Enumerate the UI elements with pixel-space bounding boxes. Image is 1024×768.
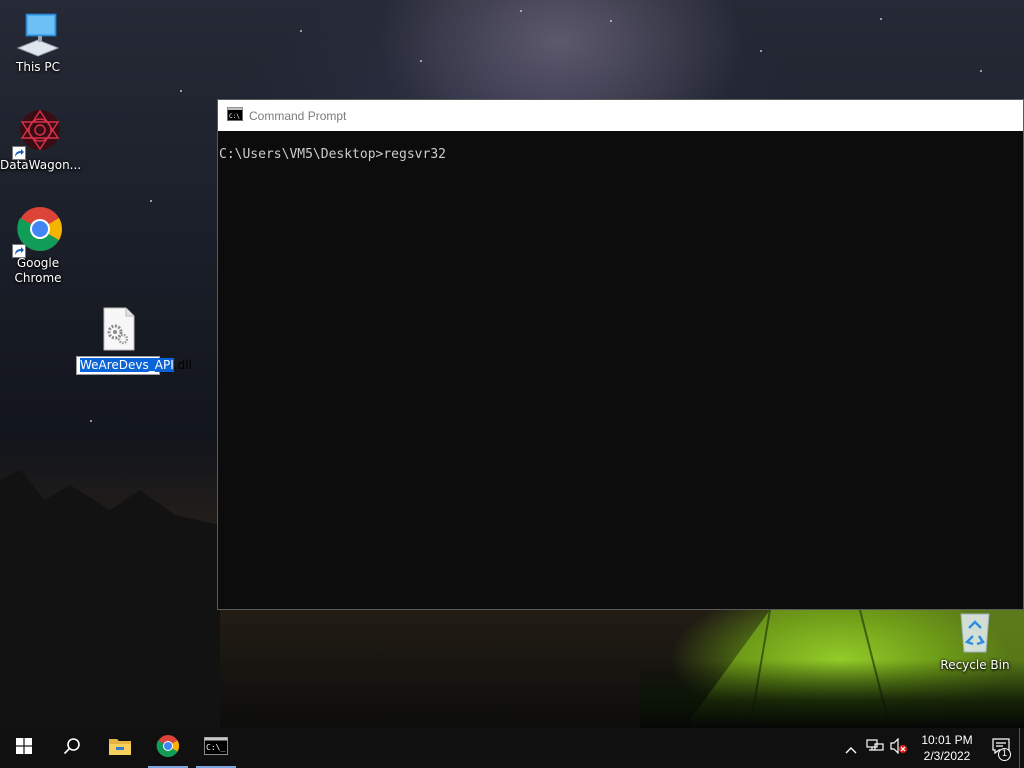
show-desktop-button[interactable]	[1019, 728, 1024, 768]
network-button[interactable]	[863, 728, 887, 768]
star	[180, 90, 182, 92]
desktop-icon-label: Recycle Bin	[940, 658, 1010, 672]
shortcut-arrow-icon	[12, 146, 26, 160]
clock-date: 2/3/2022	[923, 749, 971, 763]
rename-textbox[interactable]: WeAreDevs_API.dll	[76, 356, 192, 375]
clock-time: 10:01 PM	[921, 733, 973, 747]
taskbar-file-explorer[interactable]	[96, 728, 144, 768]
desktop-icon-recycle-bin[interactable]: Recycle Bin	[937, 608, 1013, 673]
star	[300, 30, 302, 32]
volume-button[interactable]	[887, 728, 911, 768]
recycle-bin-icon	[951, 608, 999, 656]
desktop-icon-dll-file[interactable]: WeAreDevs_API.dll	[75, 306, 192, 375]
window-title-bar[interactable]: C:\ Command Prompt	[218, 100, 1023, 131]
windows-logo-icon	[16, 738, 32, 758]
svg-text:C:\_: C:\_	[206, 743, 225, 752]
system-tray: 10:01 PM 2/3/2022 1	[839, 728, 1024, 768]
svg-text:C:\: C:\	[229, 113, 240, 120]
desktop-icon-label: Google Chrome	[14, 256, 62, 285]
star	[150, 200, 152, 202]
rename-extension-text: .dll	[173, 358, 192, 372]
desktop-icon-datawagon[interactable]: DataWagon...	[0, 108, 82, 173]
notification-count-badge: 1	[998, 748, 1011, 761]
star	[420, 60, 422, 62]
desktop-icon-google-chrome[interactable]: Google Chrome	[0, 206, 76, 286]
taskbar-command-prompt[interactable]: C:\_	[192, 728, 240, 768]
chevron-up-icon	[845, 739, 857, 758]
taskbar: C:\_ 10:01 PM 2/3/2022 1	[0, 728, 1024, 768]
cmd-icon: C:\_	[204, 737, 228, 759]
star	[90, 420, 92, 422]
volume-muted-icon	[890, 737, 908, 758]
window-title: Command Prompt	[249, 108, 347, 123]
console-output[interactable]: C:\Users\VM5\Desktop>regsvr32	[218, 131, 1023, 163]
rename-selected-text: WeAreDevs_API	[80, 358, 174, 372]
star	[760, 50, 762, 52]
desktop-icon-label: DataWagon...	[0, 158, 82, 172]
mountain-silhouette	[0, 470, 220, 728]
command-prompt-window[interactable]: C:\ Command Prompt C:\Users\VM5\Desktop>…	[217, 99, 1024, 610]
taskbar-chrome[interactable]	[144, 728, 192, 768]
dll-file-icon	[98, 306, 138, 352]
show-hidden-icons-button[interactable]	[839, 728, 863, 768]
cmd-icon: C:\	[227, 106, 243, 125]
console-line: C:\Users\VM5\Desktop>regsvr32	[219, 147, 446, 162]
taskbar-clock[interactable]: 10:01 PM 2/3/2022	[911, 732, 983, 764]
chrome-icon	[12, 206, 62, 258]
search-icon	[63, 737, 81, 759]
star	[980, 70, 982, 72]
desktop[interactable]: This PC DataWagon... Google Chrome WeAre…	[0, 0, 1024, 728]
datawagon-icon	[12, 108, 62, 160]
desktop-icon-label: This PC	[16, 60, 60, 74]
star	[610, 20, 612, 22]
star	[520, 10, 522, 12]
action-center-button[interactable]: 1	[983, 728, 1019, 768]
search-button[interactable]	[48, 728, 96, 768]
shortcut-arrow-icon	[12, 244, 26, 258]
start-button[interactable]	[0, 728, 48, 768]
folder-icon	[108, 736, 132, 760]
network-icon	[866, 738, 884, 758]
desktop-icon-this-pc[interactable]: This PC	[0, 10, 76, 75]
star	[880, 18, 882, 20]
chrome-icon	[156, 734, 180, 762]
this-pc-icon	[14, 10, 62, 58]
